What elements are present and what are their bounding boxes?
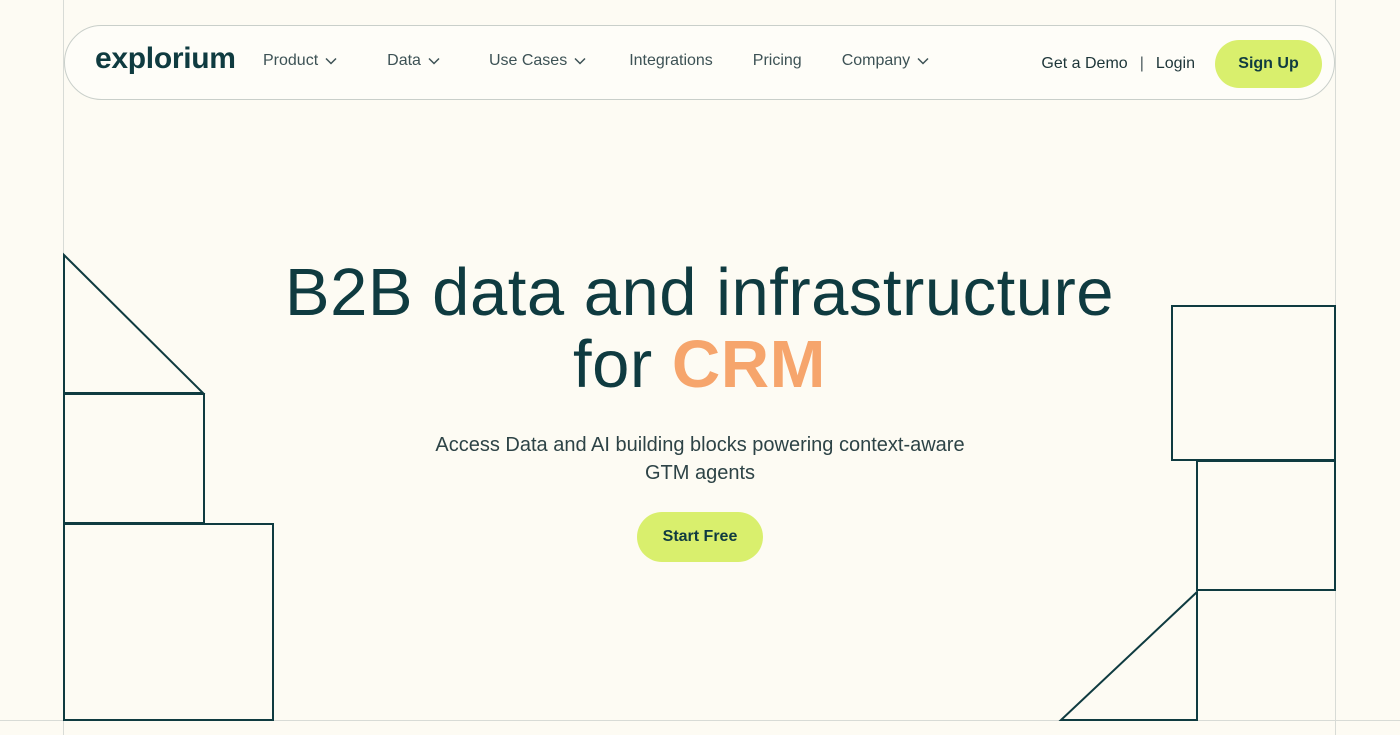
nav-item-label: Use Cases [488, 52, 568, 69]
right-square-middle [1196, 460, 1336, 591]
start-free-button[interactable]: Start Free [637, 512, 763, 562]
nav-item-use-cases[interactable]: Use Cases [489, 52, 586, 70]
right-triangle-shape [1058, 589, 1198, 721]
nav-item-label: Product [263, 52, 319, 69]
navbar: explorium Product Data Use Cases Integra… [64, 25, 1335, 100]
nav-item-company[interactable]: Company [842, 52, 929, 70]
nav-item-label: Pricing [752, 52, 802, 69]
left-square-small [63, 393, 205, 524]
chevron-down-icon [574, 57, 586, 65]
chevron-down-icon [917, 57, 929, 65]
sign-up-button[interactable]: Sign Up [1215, 40, 1322, 88]
get-a-demo-link[interactable]: Get a Demo [1041, 55, 1127, 73]
hero-subtitle-line2: GTM agents [644, 462, 756, 484]
main-nav: Product Data Use Cases Integrations Pric… [263, 52, 929, 70]
chevron-down-icon [428, 57, 440, 65]
nav-separator: | [1139, 55, 1144, 72]
hero-subtitle-line1: Access Data and AI building blocks power… [435, 434, 965, 456]
nav-item-label: Integrations [629, 52, 713, 69]
nav-item-product[interactable]: Product [263, 52, 337, 70]
landing-page: explorium Product Data Use Cases Integra… [0, 0, 1400, 735]
login-link[interactable]: Login [1156, 55, 1195, 73]
hero-subtitle: Access Data and AI building blocks power… [380, 431, 1020, 487]
hero-title-prefix: for [573, 327, 653, 402]
hero-title: B2B data and infrastructure for CRM [64, 257, 1335, 401]
left-square-large [63, 523, 274, 721]
nav-item-data[interactable]: Data [387, 52, 440, 70]
explorium-logo[interactable]: explorium [95, 42, 236, 76]
chevron-down-icon [325, 57, 337, 65]
hero-title-accent: CRM [671, 327, 826, 402]
nav-actions: Get a Demo | Login Sign Up [1041, 40, 1322, 88]
nav-item-integrations[interactable]: Integrations [629, 52, 713, 70]
nav-item-pricing[interactable]: Pricing [753, 52, 802, 70]
nav-item-label: Company [841, 52, 911, 69]
hero-title-line1: B2B data and infrastructure [284, 255, 1115, 330]
nav-item-label: Data [387, 52, 421, 69]
